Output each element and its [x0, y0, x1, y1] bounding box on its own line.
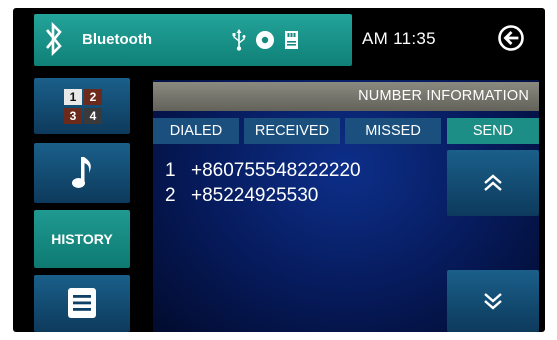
- history-label: HISTORY: [51, 231, 113, 247]
- tab-missed[interactable]: MISSED: [345, 118, 441, 144]
- panel-title: NUMBER INFORMATION: [358, 88, 529, 104]
- key-2: 2: [84, 89, 102, 105]
- car-head-unit-screen: Bluetooth AM 11:35 1 2 3 4 HISTORY NUMBE…: [13, 8, 545, 332]
- bluetooth-label: Bluetooth: [82, 31, 152, 48]
- call-index: 2: [165, 185, 176, 206]
- scroll-up-button[interactable]: [447, 150, 539, 216]
- usb-icon: [232, 29, 246, 51]
- call-list-item[interactable]: 2 +85224925530: [165, 183, 361, 208]
- send-button[interactable]: SEND: [447, 118, 539, 144]
- key-3: 3: [64, 108, 82, 124]
- chevron-up-double-icon: [484, 174, 502, 191]
- key-1: 1: [64, 89, 82, 105]
- call-list: 1 +860755548222220 2 +85224925530: [165, 158, 361, 208]
- music-button[interactable]: [34, 143, 130, 203]
- key-4: 4: [84, 108, 102, 124]
- clock: AM 11:35: [362, 29, 436, 48]
- number-information-header: NUMBER INFORMATION: [153, 82, 539, 111]
- disc-icon: [256, 31, 274, 49]
- scroll-down-button[interactable]: [447, 270, 539, 332]
- chevron-down-double-icon: [484, 293, 502, 310]
- music-note-icon: [72, 157, 91, 188]
- tab-received[interactable]: RECEIVED: [244, 118, 340, 144]
- back-arrow-icon[interactable]: [497, 24, 525, 52]
- keypad-icon: 1 2 3 4: [58, 87, 105, 126]
- list-menu-icon: [68, 288, 96, 318]
- call-number: +860755548222220: [191, 160, 361, 181]
- status-icons: [232, 28, 299, 52]
- bluetooth-icon: [45, 21, 62, 57]
- keypad-button[interactable]: 1 2 3 4: [34, 78, 130, 134]
- menu-button[interactable]: [34, 275, 130, 332]
- tab-dialed[interactable]: DIALED: [153, 118, 239, 144]
- call-number: +85224925530: [191, 185, 319, 206]
- sd-card-icon: [285, 31, 298, 49]
- call-list-item[interactable]: 1 +860755548222220: [165, 158, 361, 183]
- history-button[interactable]: HISTORY: [34, 210, 130, 268]
- call-index: 1: [165, 160, 176, 181]
- bluetooth-status-bar[interactable]: Bluetooth: [34, 14, 352, 66]
